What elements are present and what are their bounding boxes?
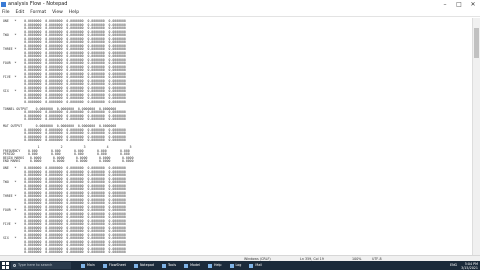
taskbar-app-model[interactable]: Model <box>181 261 203 270</box>
app-icon <box>249 263 254 268</box>
taskbar-app-notepad[interactable]: Notepad <box>131 261 157 270</box>
minimize-button[interactable]: – <box>438 0 452 9</box>
app-icon <box>102 263 107 268</box>
app-icon <box>81 263 85 268</box>
menu-format[interactable]: Format <box>30 9 46 16</box>
app-icon <box>161 263 166 268</box>
window-controls: – □ ✕ <box>438 0 480 9</box>
menu-file[interactable]: File <box>2 9 10 16</box>
notepad-app-icon <box>1 2 6 7</box>
language-indicator[interactable]: ENG <box>450 261 457 270</box>
window-title: analysis Flow - Notepad <box>8 1 68 7</box>
clock-date: 3/15/2021 <box>461 265 478 270</box>
taskbar-app-label: Notepad <box>139 263 154 267</box>
taskbar-search-input[interactable]: Type here to search <box>11 262 71 269</box>
menu-edit[interactable]: Edit <box>16 9 25 16</box>
windows-start-icon[interactable] <box>2 262 9 269</box>
text-line: 0.0000000 0.0000000 0.0000000 0.0000000 … <box>3 117 126 121</box>
title-bar: analysis Flow - Notepad – □ ✕ <box>0 0 480 9</box>
app-icon <box>133 263 138 268</box>
vertical-scrollbar[interactable] <box>472 18 480 255</box>
taskbar: Type here to search Main FlowSheet Notepad… <box>0 261 480 270</box>
taskbar-app-label: Help <box>213 263 222 267</box>
system-tray: ENG 5:04 PM 3/15/2021 <box>450 261 478 270</box>
taskbar-apps: Main FlowSheet Notepad Tools Model Help Log Mai… <box>78 261 265 270</box>
text-line: 0.0000000 0.0000000 0.0000000 0.0000000 … <box>3 99 126 104</box>
taskbar-app-label: Main <box>87 263 95 267</box>
taskbar-app-mail[interactable]: Mail <box>246 261 265 270</box>
text-line: END MARKS 0.0000 0.0000 0.0000 0.0000 0.… <box>3 159 134 163</box>
menu-help[interactable]: Help <box>69 9 79 16</box>
taskbar-app-label: Model <box>190 263 200 267</box>
taskbar-app-log[interactable]: Log <box>227 261 245 270</box>
text-editor-area[interactable]: ONE * 0.0000000 0.0000000 0.0000000 0.00… <box>0 18 472 255</box>
menu-bar: File Edit Format View Help <box>0 9 480 17</box>
taskbar-app-label: Log <box>235 263 242 267</box>
taskbar-app-help[interactable]: Help <box>205 261 225 270</box>
app-icon <box>229 263 234 268</box>
app-icon <box>207 263 212 268</box>
taskbar-app-label: Tools <box>167 263 177 267</box>
text-line: 0.0000000 0.0000000 0.0000000 0.0000000 … <box>3 138 126 142</box>
close-button[interactable]: ✕ <box>466 0 480 9</box>
menu-view[interactable]: View <box>52 9 63 16</box>
taskbar-app-tools[interactable]: Tools <box>159 261 179 270</box>
search-placeholder: Type here to search <box>18 263 53 267</box>
scrollbar-thumb[interactable] <box>474 28 479 58</box>
taskbar-app-label: FlowSheet <box>108 263 126 267</box>
taskbar-app-flowsheet[interactable]: FlowSheet <box>100 261 129 270</box>
clock[interactable]: 5:04 PM 3/15/2021 <box>461 262 478 270</box>
search-icon <box>13 263 16 267</box>
text-line: 0.0000000 0.0000000 0.0000000 0.0000000 … <box>3 250 126 254</box>
taskbar-app-label: Mail <box>255 263 263 267</box>
taskbar-app-main[interactable]: Main <box>78 261 98 270</box>
maximize-button[interactable]: □ <box>452 0 466 9</box>
app-icon <box>184 263 189 268</box>
